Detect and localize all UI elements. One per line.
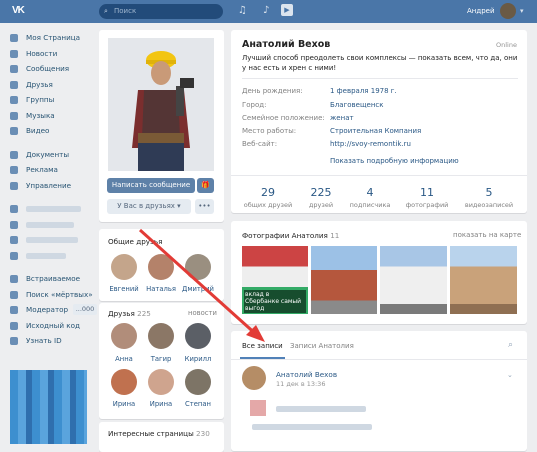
annotation-arrow: [138, 228, 265, 342]
